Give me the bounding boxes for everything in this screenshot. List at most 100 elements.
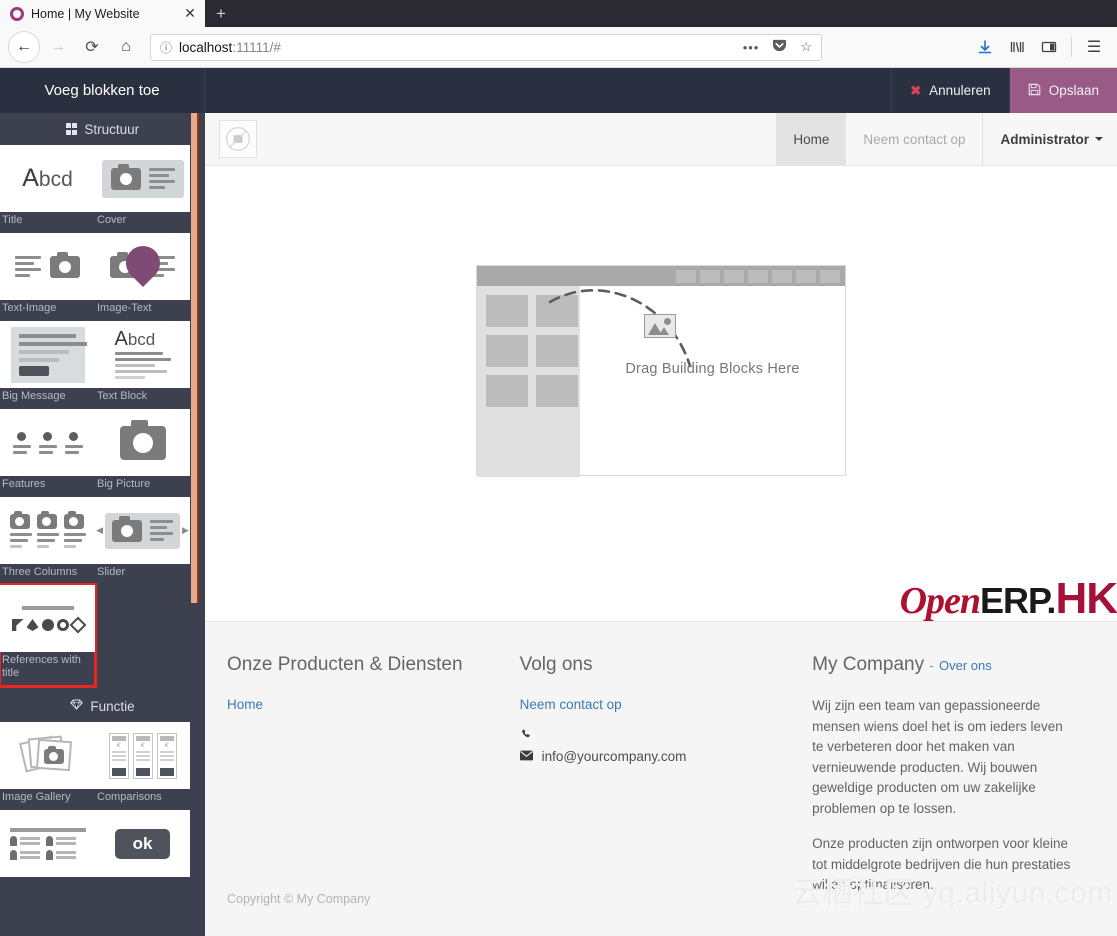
reload-icon[interactable]: ⟳: [76, 31, 108, 63]
logo-erp-text: ERP.: [980, 580, 1056, 621]
footer-email-value: info@yourcompany.com: [541, 749, 687, 764]
footer-column-follow: Volg ons Neem contact op info@yourcompan…: [519, 654, 813, 936]
mail-icon: [519, 749, 534, 764]
text-lines-icon: [150, 520, 173, 541]
column: [36, 510, 59, 548]
block-label: Features: [2, 478, 46, 490]
forward-icon[interactable]: →: [42, 31, 74, 63]
title-thumb-icon: Abcd: [0, 145, 95, 212]
sidebar-section-label: Functie: [90, 698, 135, 714]
drop-zone[interactable]: Drag Building Blocks Here: [476, 265, 846, 477]
block-item-three-columns[interactable]: Three Columns: [0, 497, 95, 585]
block-item-cover[interactable]: Cover: [95, 145, 190, 233]
block-item-slider[interactable]: ◀ ▶ Slider: [95, 497, 190, 585]
dropzone-topbar: [477, 266, 845, 286]
abcd-glyph: Abcd: [22, 164, 73, 192]
phone-icon: [520, 728, 534, 743]
menu-icon[interactable]: ☰: [1079, 32, 1109, 62]
block-label: References with title: [2, 654, 81, 679]
structure-block-list: Abcd Title Cover Text-Image Image-Text B…: [0, 145, 205, 688]
close-icon: ✖: [910, 82, 922, 98]
footer-dash: -: [929, 658, 934, 673]
url-text: localhost:11111/#: [179, 40, 733, 55]
site-navigation: Home Neem contact op Administrator: [776, 113, 1117, 165]
chevron-left-icon: ◀: [96, 525, 103, 535]
footer-link-home[interactable]: Home: [227, 697, 263, 712]
footer-paragraph: Wij zijn een team van gepassioneerde men…: [812, 698, 1063, 816]
block-item-features[interactable]: Features: [0, 409, 95, 497]
block-item-title[interactable]: Abcd Title: [0, 145, 95, 233]
camera-icon: [110, 163, 141, 190]
sidebar-icon[interactable]: [1034, 32, 1064, 62]
column: [9, 510, 32, 548]
block-label: Big Message: [2, 390, 66, 402]
user-menu[interactable]: Administrator: [982, 113, 1117, 165]
toolbar-divider: [1071, 37, 1072, 57]
abcd-glyph: Abcd: [114, 328, 156, 350]
feature-column: [64, 431, 83, 454]
site-logo[interactable]: [205, 113, 271, 165]
logo-open-text: Open: [899, 580, 981, 622]
camera-icon: [112, 515, 142, 542]
back-icon[interactable]: ←: [8, 31, 40, 63]
block-item-big-picture[interactable]: Big Picture: [95, 409, 190, 497]
bookmark-star-icon[interactable]: ☆: [797, 39, 815, 55]
camera-icon: [50, 251, 80, 278]
dropzone-target[interactable]: Drag Building Blocks Here: [548, 286, 845, 477]
grid-icon: [65, 123, 78, 135]
openerp-hk-logo: Open ERP. HK: [900, 577, 1117, 621]
chevron-right-icon: ▶: [182, 525, 189, 535]
website-preview: Home Neem contact op Administrator Drag …: [205, 113, 1117, 936]
block-item-image-gallery[interactable]: Image Gallery: [0, 722, 95, 810]
footer-link-contact[interactable]: Neem contact op: [520, 697, 622, 712]
cancel-button[interactable]: ✖ Annuleren: [891, 68, 1008, 113]
editor-top-bar: Voeg blokken toe ✖ Annuleren Opslaan: [0, 68, 1117, 113]
site-footer: Onze Producten & Diensten Home Volg ons …: [205, 621, 1117, 936]
feature-column: [38, 431, 57, 454]
site-header: Home Neem contact op Administrator: [205, 113, 1117, 166]
block-item-big-message[interactable]: Big Message: [0, 321, 95, 409]
block-item-ok-button[interactable]: ok: [95, 810, 190, 885]
block-item-text-block[interactable]: Abcd Text Block: [95, 321, 190, 409]
sidebar-scrollbar-thumb[interactable]: [191, 113, 199, 603]
block-item-people[interactable]: [0, 810, 95, 885]
block-item-references-with-title[interactable]: References with title: [0, 583, 97, 688]
page-actions-icon[interactable]: •••: [740, 40, 763, 55]
save-button[interactable]: Opslaan: [1008, 68, 1117, 113]
diamond-icon: [70, 699, 84, 713]
footer-email-row: info@yourcompany.com: [519, 749, 793, 764]
block-label: Three Columns: [2, 566, 78, 578]
ok-label: ok: [114, 828, 171, 859]
ok-button-thumb-icon: ok: [95, 810, 190, 877]
block-label: Image Gallery: [2, 791, 71, 803]
column: [63, 510, 86, 548]
building-blocks-sidebar[interactable]: Structuur Abcd Title Cover Text-Image Im…: [0, 113, 205, 936]
footer-heading: My Company - Over ons: [812, 654, 1075, 676]
browser-tab[interactable]: Home | My Website ✕: [0, 0, 205, 27]
message-pane-icon: [10, 326, 87, 383]
block-item-text-image[interactable]: Text-Image: [0, 233, 95, 321]
pocket-icon[interactable]: [769, 38, 790, 56]
download-icon[interactable]: [970, 32, 1000, 62]
nav-link-contact[interactable]: Neem contact op: [846, 113, 982, 165]
url-bar[interactable]: ⓘ localhost:11111/# ••• ☆: [150, 33, 822, 61]
block-label: [95, 877, 190, 885]
sidebar-section-functie: Functie: [0, 690, 205, 722]
nav-link-home[interactable]: Home: [776, 113, 847, 165]
sidebar-scrollbar[interactable]: [191, 113, 202, 936]
home-icon[interactable]: ⌂: [110, 31, 142, 63]
info-icon[interactable]: ⓘ: [160, 39, 172, 56]
close-icon[interactable]: ✕: [182, 5, 198, 22]
footer-link-about[interactable]: Over ons: [939, 658, 992, 673]
new-tab-button[interactable]: +: [205, 0, 237, 27]
tab-strip: Home | My Website ✕ +: [0, 0, 1117, 27]
circle-favicon-icon: [10, 6, 24, 21]
camera-icon: [119, 419, 166, 460]
block-item-comparisons[interactable]: € € € Comparisons: [95, 722, 190, 810]
watermark-text: 云栖社区 yq.aliyun.com: [792, 877, 1113, 910]
tab-title: Home | My Website: [31, 6, 140, 21]
save-button-label: Opslaan: [1048, 83, 1099, 98]
big-picture-thumb-icon: [95, 409, 190, 476]
library-icon[interactable]: [1002, 32, 1032, 62]
block-label: Comparisons: [97, 791, 162, 803]
